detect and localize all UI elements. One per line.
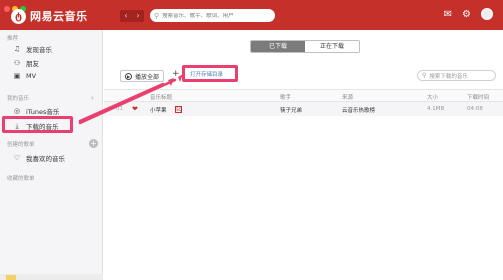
arrow-to-play-all — [78, 82, 165, 123]
annotation-arrows — [78, 74, 183, 125]
arrow-to-open-dir — [78, 78, 177, 125]
arrowhead-icon — [178, 74, 183, 82]
